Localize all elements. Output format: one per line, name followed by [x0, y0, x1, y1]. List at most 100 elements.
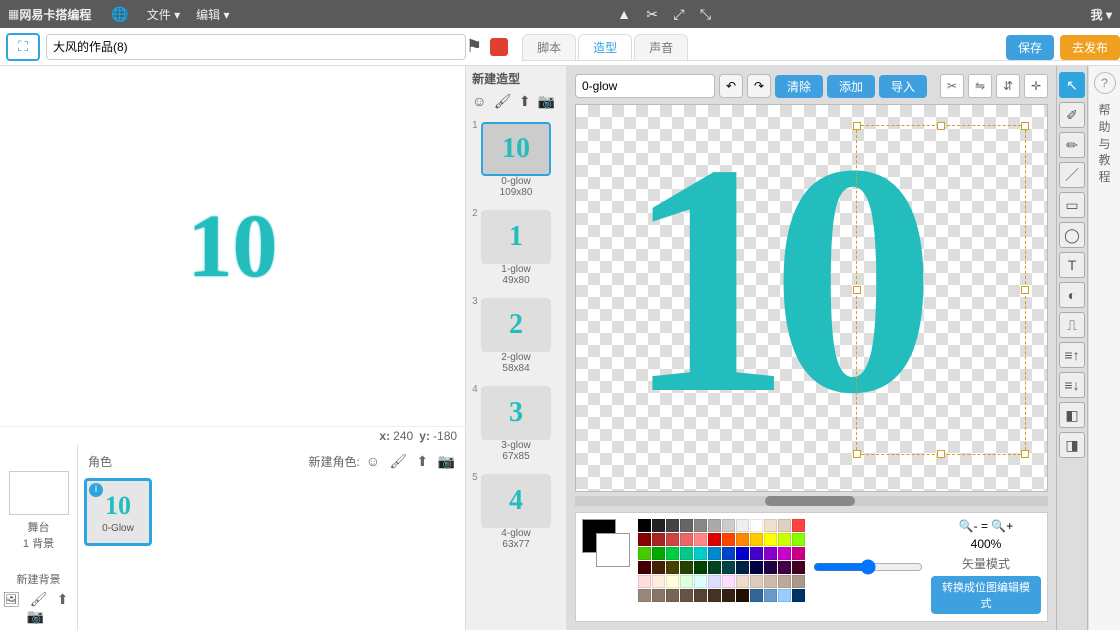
swatch[interactable]	[750, 589, 763, 602]
paint-canvas[interactable]: 10	[575, 104, 1048, 492]
swatch[interactable]	[652, 589, 665, 602]
fullscreen-button[interactable]: ⛶	[6, 33, 40, 61]
swatch[interactable]	[694, 589, 707, 602]
swatch[interactable]	[792, 547, 805, 560]
swatch[interactable]	[708, 561, 721, 574]
reshape-tool[interactable]: ✐	[1059, 102, 1085, 128]
clear-button[interactable]: 清除	[775, 75, 823, 98]
swatch[interactable]	[708, 533, 721, 546]
swatch[interactable]	[652, 519, 665, 532]
backdrop-camera-icon[interactable]: 📷	[27, 608, 44, 624]
swatch[interactable]	[736, 589, 749, 602]
text-tool[interactable]: T	[1059, 252, 1085, 278]
swatch[interactable]	[778, 547, 791, 560]
swatch[interactable]	[652, 533, 665, 546]
pen-tool[interactable]: ✏	[1059, 132, 1085, 158]
costume-upload-icon[interactable]: ⬆	[519, 93, 531, 109]
swatch[interactable]	[722, 533, 735, 546]
swatch[interactable]	[792, 533, 805, 546]
import-button[interactable]: 导入	[879, 75, 927, 98]
oval-tool[interactable]: ◯	[1059, 222, 1085, 248]
swatch[interactable]	[680, 519, 693, 532]
tab-scripts[interactable]: 脚本	[522, 34, 576, 60]
stage-backdrop-thumb[interactable]	[9, 471, 69, 515]
backdrop-paint-icon[interactable]: 🖌	[30, 591, 48, 607]
select-tool[interactable]: ↖	[1059, 72, 1085, 98]
menu-edit[interactable]: 编辑	[196, 6, 229, 23]
sprite-info-icon[interactable]: i	[89, 483, 103, 497]
costume-camera-icon[interactable]: 📷	[538, 93, 555, 109]
swatch[interactable]	[778, 533, 791, 546]
swatch[interactable]	[652, 561, 665, 574]
swatch[interactable]	[666, 547, 679, 560]
swatch[interactable]	[666, 519, 679, 532]
canvas-hscroll[interactable]	[575, 496, 1048, 506]
secondary-color[interactable]	[596, 533, 630, 567]
swatch[interactable]	[778, 519, 791, 532]
stop-button[interactable]	[490, 38, 508, 56]
convert-mode-button[interactable]: 转换成位图编辑模式	[931, 576, 1041, 614]
swatch[interactable]	[736, 561, 749, 574]
costume-item-4-glow[interactable]: 544-glow63x77	[466, 468, 566, 556]
menu-file[interactable]: 文件	[147, 6, 180, 23]
swatch[interactable]	[666, 561, 679, 574]
swatch[interactable]	[652, 575, 665, 588]
help-icon[interactable]: ?	[1094, 72, 1116, 94]
project-name-input[interactable]	[46, 34, 466, 60]
backdrop-upload-icon[interactable]: ⬆	[57, 591, 69, 607]
swatch[interactable]	[638, 561, 651, 574]
costume-item-1-glow[interactable]: 211-glow49x80	[466, 204, 566, 292]
stamp-icon[interactable]: ▲	[617, 6, 631, 22]
grow-icon[interactable]: ⤢	[673, 6, 684, 22]
swatch[interactable]	[764, 547, 777, 560]
backward-icon[interactable]: ≡↓	[1059, 372, 1085, 398]
user-menu[interactable]: 我	[1091, 6, 1112, 23]
swatch[interactable]	[764, 519, 777, 532]
green-flag-icon[interactable]: ⚑	[466, 36, 482, 57]
publish-button[interactable]: 去发布	[1060, 35, 1120, 60]
swatch[interactable]	[694, 547, 707, 560]
swatch[interactable]	[764, 533, 777, 546]
tab-costumes[interactable]: 造型	[578, 34, 632, 60]
swatch[interactable]	[694, 561, 707, 574]
zoom-out-icon[interactable]: 🔍-	[959, 519, 978, 533]
swatch[interactable]	[680, 575, 693, 588]
swatch[interactable]	[708, 519, 721, 532]
backdrop-library-icon[interactable]: 🖼	[3, 591, 21, 607]
swatch[interactable]	[792, 561, 805, 574]
costume-name-input[interactable]	[575, 74, 715, 98]
forward-icon[interactable]: ≡↑	[1059, 342, 1085, 368]
swatch[interactable]	[722, 589, 735, 602]
swatch[interactable]	[764, 589, 777, 602]
crop-icon[interactable]: ✂	[940, 74, 964, 98]
sprite-library-icon[interactable]: ☺	[366, 453, 380, 469]
group-icon[interactable]: ◧	[1059, 402, 1085, 428]
tab-sounds[interactable]: 声音	[634, 34, 688, 60]
swatch[interactable]	[708, 589, 721, 602]
flip-h-icon[interactable]: ⇋	[968, 74, 992, 98]
save-button[interactable]: 保存	[1006, 35, 1054, 60]
swatch[interactable]	[778, 561, 791, 574]
swatch[interactable]	[792, 519, 805, 532]
swatch[interactable]	[792, 589, 805, 602]
rect-tool[interactable]: ▭	[1059, 192, 1085, 218]
costume-paint-icon[interactable]: 🖌	[494, 93, 512, 109]
add-button[interactable]: 添加	[827, 75, 875, 98]
swatch[interactable]	[722, 547, 735, 560]
swatch[interactable]	[750, 575, 763, 588]
brush-size-slider[interactable]	[813, 559, 923, 575]
swatch[interactable]	[778, 589, 791, 602]
swatch[interactable]	[750, 519, 763, 532]
sprite-paint-icon[interactable]: 🖌	[389, 453, 407, 469]
swatch[interactable]	[792, 575, 805, 588]
swatch[interactable]	[680, 561, 693, 574]
swatch[interactable]	[694, 519, 707, 532]
costume-item-0-glow[interactable]: 1100-glow109x80	[466, 116, 566, 204]
swatch[interactable]	[638, 547, 651, 560]
shrink-icon[interactable]: ⤡	[700, 6, 711, 22]
swatch[interactable]	[736, 547, 749, 560]
center-icon[interactable]: ✛	[1024, 74, 1048, 98]
swatch[interactable]	[652, 547, 665, 560]
sprite-upload-icon[interactable]: ⬆	[417, 453, 429, 469]
sprite-thumb-0glow[interactable]: i 10 0-Glow	[84, 478, 152, 546]
